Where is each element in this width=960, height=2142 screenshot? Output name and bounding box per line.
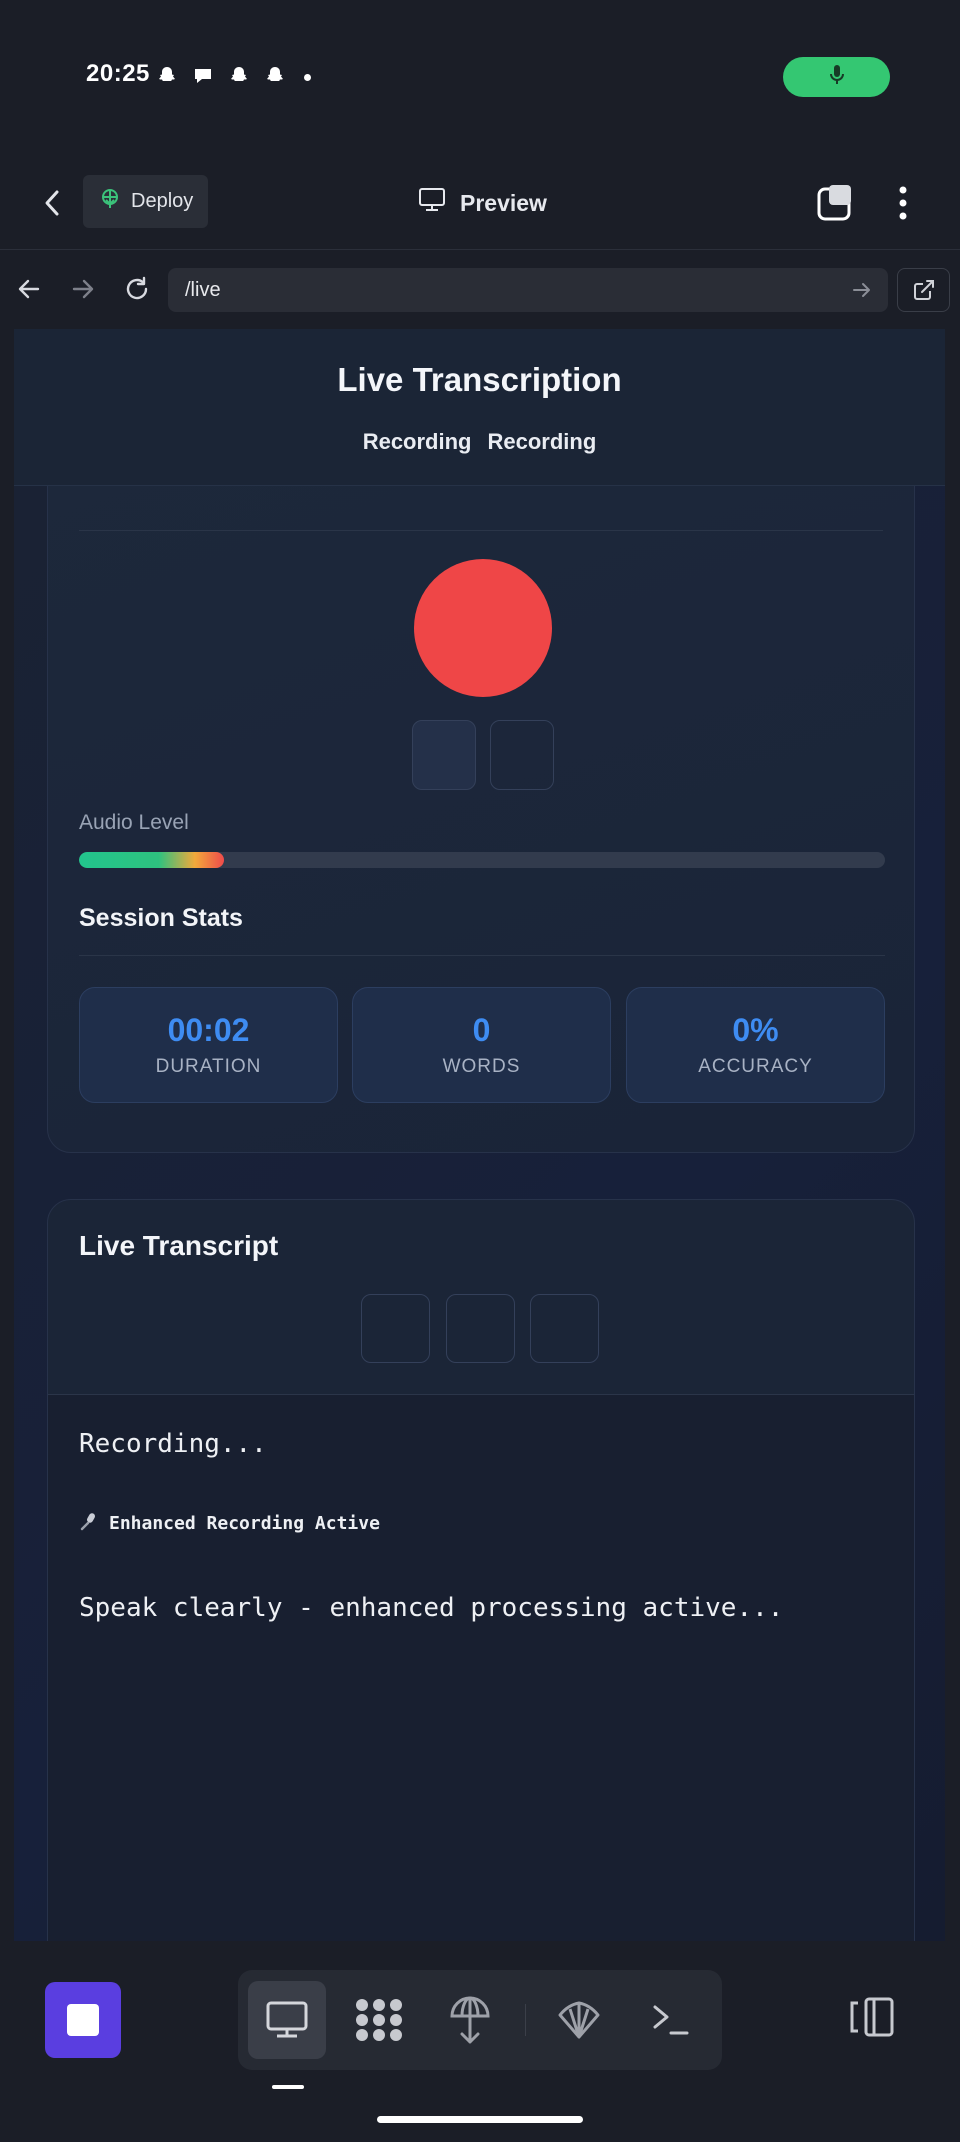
shell-icon (558, 2001, 600, 2039)
console-tool-button[interactable] (632, 1981, 710, 2059)
stat-duration: 00:02 DURATION (79, 987, 338, 1103)
transcript-status: Recording... (79, 1429, 267, 1459)
deploy-icon (450, 1996, 490, 2044)
notification-icons (154, 64, 311, 90)
arrow-left-icon (18, 279, 40, 299)
status-item: Recording (487, 429, 597, 454)
app-bar: Deploy Preview (0, 150, 960, 250)
preview-webview: Audio Level Session Stats 00:02 DURATION… (14, 329, 945, 1941)
terminal-icon (653, 2005, 689, 2035)
stats-divider (79, 955, 885, 956)
more-notifications-dot (304, 73, 311, 81)
stat-label: WORDS (442, 1056, 521, 1077)
bottom-toolbar (0, 1941, 960, 2142)
back-button[interactable] (38, 188, 68, 218)
shell-tool-button[interactable] (540, 1981, 618, 2059)
go-arrow-icon[interactable] (850, 278, 874, 302)
recording-card: Audio Level Session Stats 00:02 DURATION… (47, 429, 915, 1153)
reload-icon (126, 276, 148, 300)
microphone-icon (828, 64, 846, 91)
download-transcript-button[interactable] (446, 1294, 515, 1363)
clear-transcript-button[interactable] (530, 1294, 599, 1363)
deploy-button[interactable]: Deploy (83, 175, 208, 228)
status-item: Recording (362, 429, 472, 454)
enhanced-recording-line: Enhanced Recording Active (79, 1511, 380, 1536)
stat-label: DURATION (155, 1056, 262, 1077)
card-divider (79, 530, 883, 531)
snapchat-icon (226, 64, 252, 90)
chevron-left-icon (45, 190, 59, 216)
transcript-body: Recording... Enhanced Recording Active S… (48, 1394, 914, 1941)
stat-value: 0% (732, 1012, 779, 1048)
toggle-panel-button[interactable] (848, 1995, 896, 2039)
url-field[interactable]: /live (168, 268, 888, 312)
stop-run-button[interactable] (45, 1982, 121, 2058)
enhanced-recording-label: Enhanced Recording Active (109, 1513, 380, 1534)
stat-value: 00:02 (167, 1012, 250, 1048)
snapchat-icon (262, 64, 288, 90)
deploy-tool-button[interactable] (431, 1981, 509, 2059)
chat-bubble-icon (190, 64, 216, 90)
stat-value: 0 (472, 1012, 491, 1048)
stop-icon (67, 2004, 99, 2036)
stat-words: 0 WORDS (352, 987, 611, 1103)
record-button[interactable] (414, 559, 552, 697)
pause-button[interactable] (412, 720, 476, 790)
deploy-label: Deploy (131, 190, 194, 212)
preview-tool-button[interactable] (248, 1981, 326, 2059)
monitor-icon (266, 2001, 308, 2038)
session-stats-title: Session Stats (79, 904, 243, 932)
status-row: Recording Recording (14, 429, 945, 455)
mic-active-indicator[interactable] (783, 57, 890, 97)
grid-dots-icon (356, 1999, 402, 2041)
tool-group (238, 1970, 722, 2070)
preview-label: Preview (460, 189, 547, 216)
stat-accuracy: 0% ACCURACY (626, 987, 885, 1103)
transcript-card: Live Transcript Recording... Enhanced Re… (47, 1199, 915, 1941)
stop-button[interactable] (490, 720, 554, 790)
home-indicator[interactable] (377, 2116, 583, 2123)
external-link-icon (913, 280, 934, 300)
status-bar: 20:25 (0, 0, 960, 150)
browser-forward-button[interactable] (66, 272, 100, 306)
workflows-tool-button[interactable] (340, 1981, 418, 2059)
url-text: /live (185, 278, 221, 301)
more-options-button[interactable] (893, 183, 913, 223)
browser-toolbar: /live (0, 250, 960, 329)
tool-separator (525, 2004, 526, 2036)
audio-level-fill (79, 852, 225, 868)
copy-transcript-button[interactable] (361, 1294, 430, 1363)
reload-button[interactable] (120, 272, 154, 306)
panel-layout-icon (850, 1997, 894, 2037)
open-external-button[interactable] (897, 268, 950, 312)
transcript-hint: Speak clearly - enhanced processing acti… (79, 1593, 784, 1623)
microphone-icon (79, 1511, 99, 1536)
stat-label: ACCURACY (698, 1056, 813, 1077)
arrow-right-icon (72, 279, 94, 299)
snapchat-icon (154, 64, 180, 90)
deploy-icon (99, 188, 121, 216)
more-vertical-icon (899, 186, 907, 220)
page-title: Live Transcription (337, 361, 622, 398)
audio-level-meter (79, 852, 885, 868)
tabs-icon (817, 185, 851, 221)
monitor-icon (418, 187, 446, 219)
preview-tab[interactable]: Preview (418, 187, 547, 219)
transcript-title: Live Transcript (79, 1230, 279, 1261)
tabs-button[interactable] (815, 183, 855, 223)
status-time: 20:25 (86, 60, 150, 87)
browser-back-button[interactable] (12, 272, 46, 306)
active-tool-indicator (272, 2085, 304, 2089)
audio-level-label: Audio Level (79, 811, 189, 834)
page-header: Live Transcription Recording Recording (14, 329, 945, 486)
